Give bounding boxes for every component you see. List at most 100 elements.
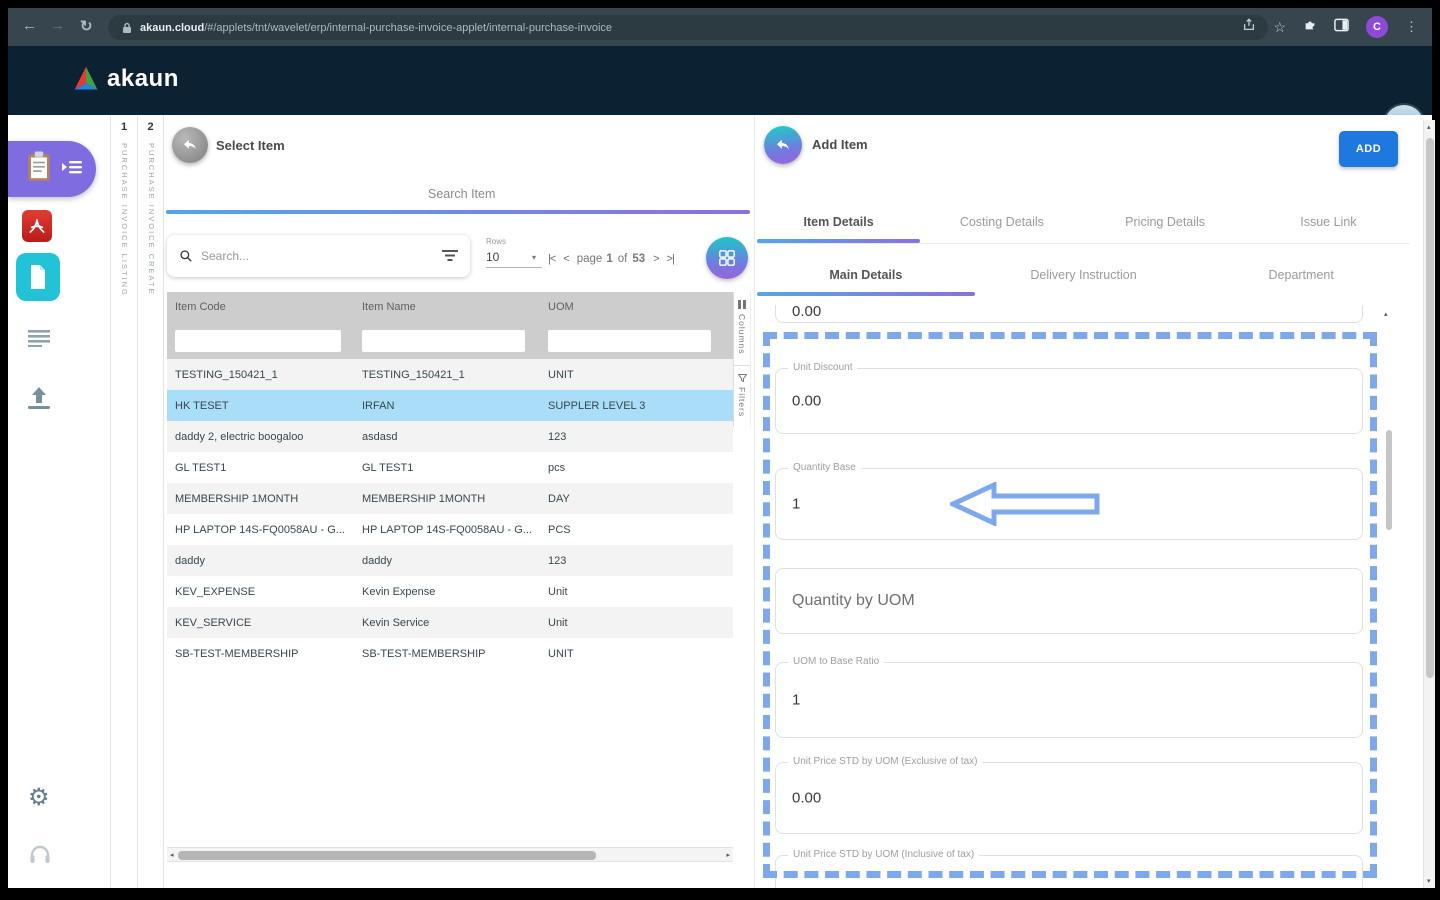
subtab[interactable]: Delivery Instruction: [975, 258, 1193, 296]
lock-icon: [122, 22, 132, 34]
filter-item-code-input[interactable]: [175, 329, 341, 352]
form-scrollbar[interactable]: ▴: [1384, 305, 1392, 888]
brand-logo[interactable]: akaun: [72, 64, 179, 94]
field-unit-price-std-inclusive[interactable]: Unit Price STD by UOM (Inclusive of tax): [775, 849, 1363, 888]
sidebar-item-pdf[interactable]: [22, 210, 52, 242]
field-unit-price-std-exclusive[interactable]: Unit Price STD by UOM (Exclusive of tax)…: [775, 756, 1363, 834]
table-row[interactable]: daddy 2, electric boogaloo asdasd 123: [167, 421, 733, 452]
field-quantity-by-uom[interactable]: Quantity by UOM: [775, 568, 1363, 634]
filter-uom-input[interactable]: [548, 329, 711, 352]
grid-view-button[interactable]: [706, 237, 748, 279]
scroll-right-icon[interactable]: ▸: [726, 851, 730, 859]
scroll-up-icon[interactable]: ▴: [1427, 123, 1431, 131]
cell-uom: UNIT: [548, 368, 574, 381]
cell-item-code: daddy: [175, 554, 205, 567]
browser-profile-badge[interactable]: C: [1366, 16, 1388, 38]
back-arrow-icon: [184, 139, 196, 150]
sidebar-item-document[interactable]: [16, 253, 60, 301]
table-row[interactable]: GL TEST1 GL TEST1 pcs: [167, 452, 733, 483]
document-icon: [31, 265, 45, 289]
table-side-tools: Columns Filters: [733, 292, 751, 427]
cell-item-code: daddy 2, electric boogaloo: [175, 430, 304, 443]
share-icon[interactable]: [1242, 17, 1256, 37]
scrollbar-thumb[interactable]: [178, 851, 596, 860]
rows-per-page-select[interactable]: Rows 10 ▾: [486, 237, 542, 268]
browser-refresh-icon[interactable]: ↻: [80, 17, 93, 35]
browser-menu-icon[interactable]: ⋮: [1405, 19, 1418, 35]
sidebar-item-support[interactable]: [28, 843, 52, 865]
field-clipped-top[interactable]: 0.00: [775, 305, 1363, 323]
table-horizontal-scrollbar[interactable]: ◂ ▸: [167, 847, 733, 862]
filters-tool-button[interactable]: Filters: [734, 366, 750, 427]
page-vertical-scrollbar[interactable]: ▴ ▾: [1423, 120, 1435, 888]
cell-uom: Unit: [548, 616, 568, 629]
filter-lines-icon[interactable]: [442, 250, 458, 262]
table-row[interactable]: KEV_SERVICE Kevin Service Unit: [167, 607, 733, 638]
field-uom-to-base-ratio[interactable]: UOM to Base Ratio 1: [775, 656, 1363, 738]
table-row[interactable]: MEMBERSHIP 1MONTH MEMBERSHIP 1MONTH DAY: [167, 483, 733, 514]
akaun-triangle-icon: [74, 66, 98, 90]
cell-item-name: HP LAPTOP 14S-FQ0058AU - G...: [362, 523, 532, 536]
sidebar-item-settings[interactable]: ⚙: [28, 783, 50, 811]
address-bar[interactable]: akaun.cloud/#/applets/tnt/wavelet/erp/in…: [108, 15, 1268, 40]
tab[interactable]: Issue Link: [1247, 205, 1410, 243]
sidebar-item-active-applet[interactable]: [8, 141, 96, 197]
next-page-icon[interactable]: >: [653, 253, 660, 265]
cell-item-name: TESTING_150421_1: [362, 368, 465, 381]
col-item-code[interactable]: Item Code: [167, 301, 362, 313]
subtab[interactable]: Department: [1192, 258, 1410, 296]
search-item-tab-underline: [166, 210, 750, 214]
scrollbar-thumb[interactable]: [1426, 138, 1434, 678]
tab-search-item[interactable]: Search Item: [428, 187, 495, 201]
add-item-back-button[interactable]: [764, 126, 802, 164]
workspace-tab-purchase-invoice-create[interactable]: 2 PURCHASE INVOICE CREATE: [137, 115, 164, 888]
add-button[interactable]: ADD: [1339, 131, 1398, 167]
subtab[interactable]: Main Details: [757, 258, 975, 296]
add-item-tabs: Item Details Costing Details Pricing Det…: [757, 205, 1410, 244]
search-icon: [180, 250, 192, 262]
col-uom[interactable]: UOM: [548, 301, 733, 313]
tab[interactable]: Item Details: [757, 205, 921, 243]
workspace-tab-purchase-invoice-listing[interactable]: 1 PURCHASE INVOICE LISTING: [110, 115, 137, 888]
table-row[interactable]: HP LAPTOP 14S-FQ0058AU - G... HP LAPTOP …: [167, 514, 733, 545]
cell-item-name: MEMBERSHIP 1MONTH: [362, 492, 486, 505]
tab[interactable]: Costing Details: [920, 205, 1083, 243]
field-quantity-base[interactable]: Quantity Base 1: [775, 462, 1363, 540]
of-word: of: [617, 253, 628, 265]
side-panel-icon[interactable]: [1334, 18, 1349, 37]
col-item-name[interactable]: Item Name: [362, 301, 548, 313]
page-current: 1: [606, 253, 613, 265]
select-item-back-button[interactable]: [172, 127, 208, 163]
search-input[interactable]: [201, 249, 442, 263]
columns-tool-button[interactable]: Columns: [734, 292, 750, 365]
table-row[interactable]: HK TESET IRFAN SUPPLER LEVEL 3: [167, 390, 733, 421]
sidebar-item-list[interactable]: [28, 330, 50, 347]
prev-page-icon[interactable]: <: [563, 253, 570, 265]
scrollbar-thumb[interactable]: [1386, 430, 1392, 530]
sidebar-item-upload[interactable]: [28, 387, 50, 410]
browser-back-icon[interactable]: ←: [22, 17, 37, 34]
browser-forward-icon[interactable]: →: [50, 17, 65, 34]
table-row[interactable]: TESTING_150421_1 TESTING_150421_1 UNIT: [167, 359, 733, 390]
extensions-puzzle-icon[interactable]: [1303, 18, 1317, 37]
scroll-down-icon[interactable]: ▾: [1427, 877, 1431, 885]
cell-item-code: SB-TEST-MEMBERSHIP: [175, 647, 299, 660]
cell-item-name: Kevin Expense: [362, 585, 436, 598]
panel-divider: [754, 115, 755, 888]
scroll-left-icon[interactable]: ◂: [170, 851, 174, 859]
table-row[interactable]: KEV_EXPENSE Kevin Expense Unit: [167, 576, 733, 607]
first-page-icon[interactable]: |<: [548, 253, 556, 265]
field-unit-discount[interactable]: Unit Discount 0.00: [775, 362, 1363, 434]
select-item-title: Select Item: [216, 138, 285, 153]
add-item-title: Add Item: [812, 137, 868, 152]
item-table: Item Code Item Name UOM TESTING_150421_1…: [167, 292, 733, 669]
bookmark-star-icon[interactable]: ☆: [1273, 19, 1286, 36]
table-row[interactable]: daddy daddy 123: [167, 545, 733, 576]
scroll-up-icon[interactable]: ▴: [1384, 310, 1388, 318]
last-page-icon[interactable]: >|: [667, 253, 675, 265]
table-row[interactable]: SB-TEST-MEMBERSHIP SB-TEST-MEMBERSHIP UN…: [167, 638, 733, 669]
tab[interactable]: Pricing Details: [1084, 205, 1247, 243]
cell-item-code: KEV_EXPENSE: [175, 585, 256, 598]
table-body: TESTING_150421_1 TESTING_150421_1 UNIT H…: [167, 359, 733, 669]
filter-item-name-input[interactable]: [362, 329, 525, 352]
